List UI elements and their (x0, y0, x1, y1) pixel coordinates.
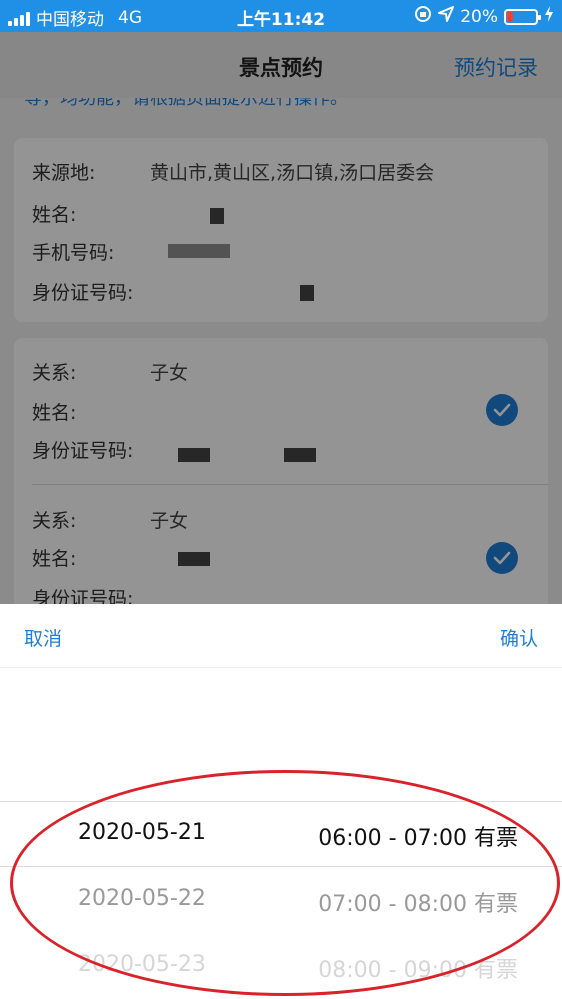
location-icon (438, 6, 455, 27)
status-bar: 中国移动 4G 上午11:42 20% (0, 0, 562, 32)
battery-level (507, 11, 513, 22)
confirm-button[interactable]: 确认 (500, 624, 538, 651)
battery-percent: 20% (460, 6, 498, 27)
picker-header: 取消 确认 (0, 604, 562, 668)
status-bar-right: 20% (414, 5, 554, 28)
annotation-circle (10, 770, 560, 996)
charging-icon (544, 6, 554, 27)
battery-icon (504, 8, 541, 25)
cancel-button[interactable]: 取消 (24, 624, 62, 651)
modal-overlay[interactable] (0, 32, 562, 610)
rotation-lock-icon (414, 5, 432, 28)
